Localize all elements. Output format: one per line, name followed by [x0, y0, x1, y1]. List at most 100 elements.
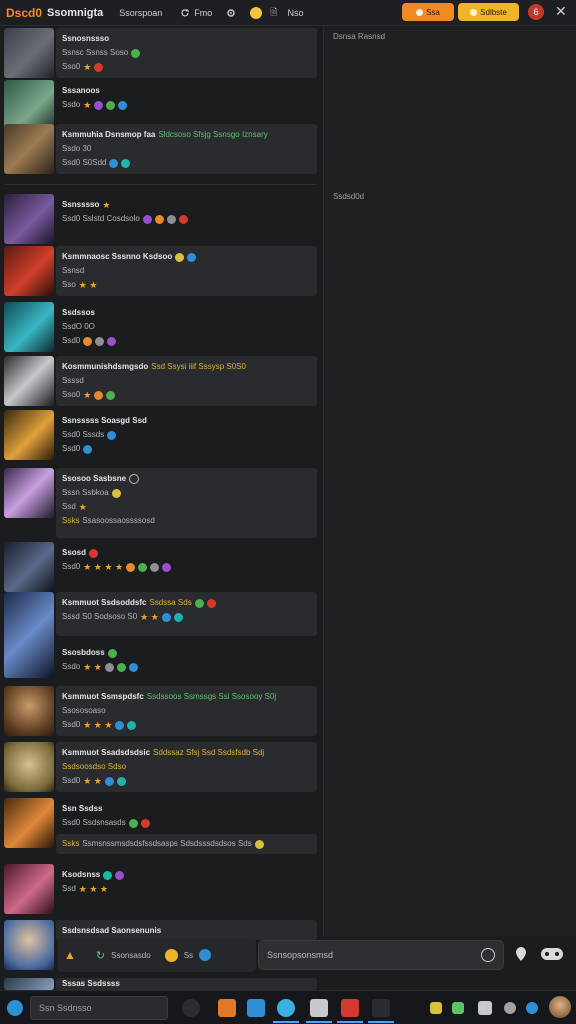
- taskbar-search-placeholder: Ssn Ssdnsso: [39, 1003, 92, 1013]
- tray-app-icon-5[interactable]: [526, 1002, 538, 1014]
- badge-icon: [150, 562, 160, 572]
- gold-action-button[interactable]: Sdlbste: [458, 3, 519, 21]
- activity-feed[interactable]: Ssnosnssso Ssnsc Ssnss Soso Sso0 ★ Sssano…: [0, 26, 322, 990]
- badge-icon: [162, 562, 172, 572]
- composer-label: Ssonsasdo: [111, 950, 151, 960]
- list-item[interactable]: Ssosd Ssd0 ★ ★ ★ ★: [4, 542, 317, 592]
- message-placeholder: Ssnsopsonsmsd: [267, 950, 334, 960]
- badge-icon: [116, 662, 126, 672]
- star-icon: ★ ★ ★: [78, 884, 109, 894]
- nav-item-4-icon: 🗎: [270, 6, 278, 17]
- item-subtitle: Ssd0: [62, 562, 81, 571]
- item-meta: Ssd0 S0Sdd: [62, 158, 107, 167]
- badge-icon: [140, 818, 150, 828]
- badge-icon: [106, 390, 116, 400]
- avatar[interactable]: [549, 996, 571, 1018]
- gold-button-label: Sdlbste: [480, 7, 507, 17]
- tray-app-icon-1[interactable]: [430, 1002, 442, 1014]
- list-item-body: Sssas Ssdssss: [56, 978, 317, 990]
- flame-icon: [416, 8, 424, 16]
- item-subtitle: Sssn Ssbkoa: [62, 488, 109, 497]
- item-title: Sssas Ssdssss: [62, 979, 120, 988]
- app-logo[interactable]: Dscd0: [6, 6, 42, 20]
- list-item[interactable]: Sssas Ssdssss: [4, 978, 317, 990]
- game-thumbnail: [4, 28, 54, 78]
- badge-icon: [121, 158, 131, 168]
- list-item[interactable]: Ssks Ssmsnssmsdsdsfssdsasps Sdsdsssdsdsos…: [4, 834, 317, 854]
- tray-app-icon-3[interactable]: [478, 1001, 492, 1015]
- coin-balance[interactable]: [250, 6, 263, 19]
- item-meta: Sso0: [62, 62, 81, 71]
- list-item[interactable]: Ssdssos SsdO 0O Ssd0: [4, 302, 317, 352]
- item-tag: Ssdssoos Ssmssgs Ssi Ssosooy S0j: [146, 692, 277, 701]
- list-item[interactable]: Ksmmuot Ssadsdsdsic Sddssaz Sfsj Ssd Ssds…: [4, 742, 317, 792]
- message-input[interactable]: Ssnsopsonsmsd: [258, 940, 504, 970]
- badge-icon: [254, 839, 264, 849]
- list-item[interactable]: Ksmmnaosc Sssnno Ksdsoo Ssnsd Sso ★ ★: [4, 246, 317, 296]
- list-item-body: Ksmmuot Ssdsoddsfc Ssdssa Sds Sssd S0 Sod…: [56, 592, 317, 636]
- nav-search-label: Ssorspoan: [119, 7, 163, 18]
- list-item[interactable]: Ssosoo Sasbsne Sssn Ssbkoa Ssd ★ Ssks Ssas…: [4, 468, 317, 538]
- star-icon: ★: [83, 390, 92, 400]
- item-subtitle: Sssd S0 Sodsoso S0: [62, 612, 138, 621]
- badge-icon: [115, 870, 125, 880]
- game-app-icon[interactable]: [368, 999, 394, 1023]
- list-item[interactable]: Ssnsssso ★ Ssd0 Sslstd Cosdsolo: [4, 194, 317, 244]
- close-icon[interactable]: ✕: [555, 3, 567, 20]
- nav-item-3[interactable]: [226, 8, 236, 18]
- list-item[interactable]: Ksmmuhia Dsnsmop faa Sldcsoso Sfsjg Ssnsg…: [4, 124, 317, 174]
- list-item[interactable]: Ksmmuot Ssmspdsfc Ssdssoos Ssmssgs Ssi Ss…: [4, 686, 317, 736]
- orange-action-button[interactable]: Ssa: [402, 3, 454, 21]
- star-icon: ★ ★ ★ ★: [83, 562, 124, 572]
- globe-icon[interactable]: [199, 949, 212, 961]
- item-title: Ksodsnss: [62, 870, 101, 879]
- avatar: [129, 474, 140, 484]
- gamepad-icon[interactable]: [540, 945, 564, 963]
- star-icon: ★ ★: [78, 280, 98, 290]
- badge-icon: [94, 62, 104, 72]
- star-icon: ★ ★: [140, 612, 159, 622]
- badge-icon: [118, 100, 128, 110]
- notification-badge[interactable]: 6: [528, 4, 544, 20]
- mail-app-icon[interactable]: [306, 999, 332, 1023]
- gold-coin-icon: [470, 8, 478, 16]
- badge-icon: [161, 612, 171, 622]
- nav-search[interactable]: Ssorspoan: [119, 8, 162, 18]
- send-icon[interactable]: [481, 948, 495, 962]
- item-subtitle: Ssnsc Ssnss Soso: [62, 48, 129, 57]
- badge-icon: [94, 100, 104, 110]
- badge-icon: [106, 100, 116, 110]
- item-title: Sssanoos: [62, 86, 100, 95]
- browser-app-icon[interactable]: [247, 999, 265, 1017]
- store-app-icon[interactable]: [273, 999, 299, 1023]
- refresh-icon[interactable]: ↻: [96, 949, 105, 962]
- list-item[interactable]: Sssanoos Ssdo ★: [4, 80, 317, 130]
- badge-icon: [94, 390, 104, 400]
- badge-icon: [83, 444, 93, 454]
- nav-item-2-label: Fmo: [194, 7, 213, 18]
- nav-item-5[interactable]: Nso: [288, 8, 304, 18]
- location-pin-icon[interactable]: [512, 945, 530, 963]
- chat-app-icon[interactable]: [182, 999, 200, 1017]
- list-item[interactable]: Ksodsnss Ssd ★ ★ ★: [4, 864, 317, 914]
- tray-app-icon-2[interactable]: [452, 1002, 464, 1014]
- tray-app-icon-4[interactable]: [504, 1002, 516, 1014]
- star-icon: ★ ★: [83, 776, 102, 786]
- fire-icon[interactable]: ▲: [64, 948, 76, 962]
- game-thumbnail: [4, 864, 54, 914]
- list-item[interactable]: Ssnosnssso Ssnsc Ssnss Soso Sso0 ★: [4, 28, 317, 78]
- list-item-body: Ksmmuot Ssadsdsdsic Sddssaz Sfsj Ssd Ssds…: [56, 742, 317, 792]
- media-app-icon[interactable]: [337, 999, 363, 1023]
- star-icon: ★ ★: [83, 662, 102, 672]
- taskbar-search[interactable]: Ssn Ssdnsso: [30, 996, 168, 1020]
- office-app-icon[interactable]: [218, 999, 236, 1017]
- list-item[interactable]: Kosmmunishdsmgsdo Ssd Ssysi iiif Sssysp S…: [4, 356, 317, 406]
- list-item[interactable]: Ssosbdoss Ssdo ★ ★: [4, 642, 317, 678]
- star-icon: ★: [78, 502, 87, 512]
- emoji-icon[interactable]: [164, 948, 178, 962]
- nav-item-4[interactable]: 🗎: [270, 5, 277, 21]
- list-item[interactable]: Ssnsssss Soasgd Ssd Ssd0 Sssds Ssd0: [4, 410, 317, 460]
- nav-item-2[interactable]: Fmo: [180, 8, 212, 18]
- start-icon[interactable]: [7, 1000, 23, 1016]
- item-meta: Ssd0: [62, 720, 81, 729]
